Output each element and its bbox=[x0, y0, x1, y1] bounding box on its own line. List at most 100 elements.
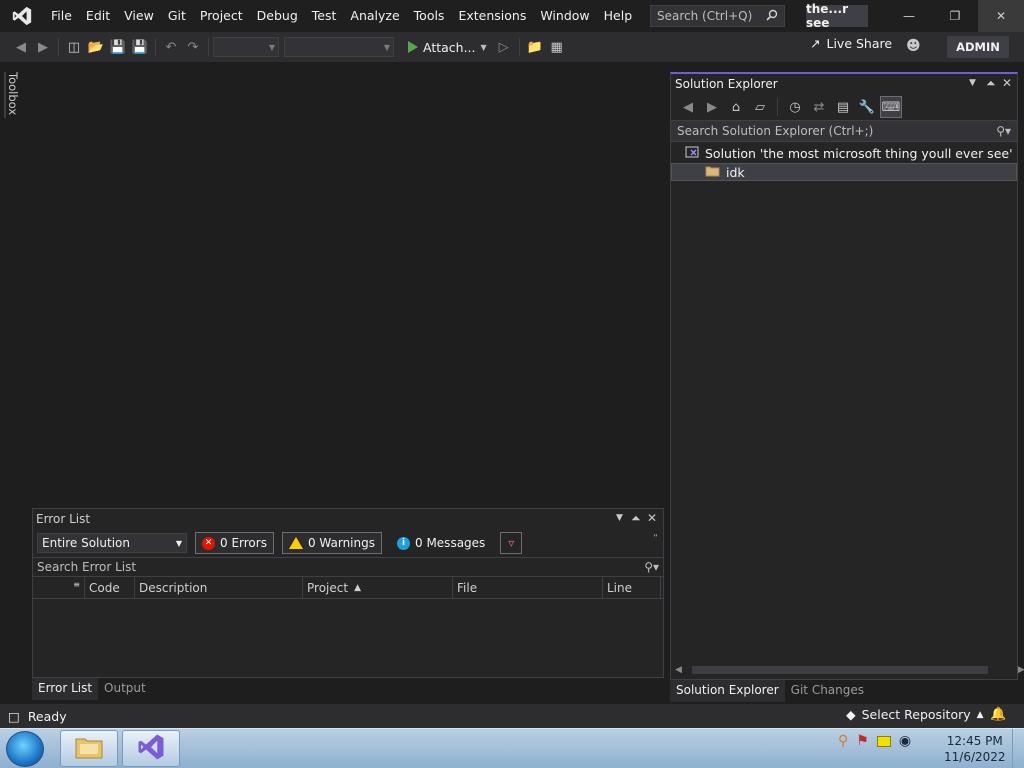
menu-debug[interactable]: Debug bbox=[250, 0, 305, 32]
chevron-down-icon[interactable]: ▼ bbox=[616, 513, 623, 523]
undo-icon[interactable]: ↶ bbox=[160, 36, 182, 58]
layout-icon[interactable]: ▦ bbox=[546, 36, 568, 58]
menu-window[interactable]: Window bbox=[533, 0, 596, 32]
restore-button[interactable]: ❐ bbox=[932, 0, 978, 32]
solution-folder-icon[interactable]: 📁 bbox=[524, 36, 546, 58]
minimize-button[interactable]: — bbox=[886, 0, 932, 32]
new-project-icon[interactable]: ◫ bbox=[63, 36, 85, 58]
action-center-flag-icon[interactable]: ⚑ bbox=[856, 733, 869, 749]
toolbox-tab[interactable]: Toolbox bbox=[4, 72, 22, 118]
visual-studio-taskbar-button[interactable] bbox=[122, 730, 180, 767]
visual-studio-logo-icon[interactable] bbox=[0, 0, 44, 32]
horizontal-scrollbar[interactable]: ◀ ▶ bbox=[675, 665, 1024, 675]
navigate-back-icon[interactable]: ◀ bbox=[10, 36, 32, 58]
tab-output[interactable]: Output bbox=[98, 678, 152, 700]
save-icon[interactable]: 💾 bbox=[107, 36, 129, 58]
solution-node[interactable]: Solution 'the most microsoft thing youll… bbox=[671, 143, 1017, 163]
menu-test[interactable]: Test bbox=[305, 0, 344, 32]
error-list-column-header: ≡ Code Description Project ▲ File Line bbox=[33, 577, 663, 599]
tab-git-changes[interactable]: Git Changes bbox=[785, 680, 870, 702]
chevron-down-icon[interactable]: ▼ bbox=[969, 78, 976, 88]
collapse-all-icon[interactable]: ▤ bbox=[832, 96, 854, 118]
chevron-down-icon: ▼ bbox=[480, 42, 487, 52]
start-button[interactable] bbox=[6, 731, 44, 767]
home-icon[interactable]: ⌂ bbox=[725, 96, 747, 118]
menu-view[interactable]: View bbox=[117, 0, 161, 32]
properties-wrench-icon[interactable]: 🔧 bbox=[856, 96, 878, 118]
column-file[interactable]: File bbox=[453, 577, 603, 598]
tab-solution-explorer[interactable]: Solution Explorer bbox=[670, 680, 785, 702]
warnings-label: 0 Warnings bbox=[307, 536, 375, 550]
tab-error-list[interactable]: Error List bbox=[32, 678, 99, 700]
filter-column-icon[interactable]: ≡ bbox=[33, 577, 85, 598]
attach-label: Attach... bbox=[423, 39, 476, 55]
solution-explorer-title: Solution Explorer bbox=[675, 77, 778, 91]
editor-area bbox=[24, 62, 668, 508]
show-desktop-button[interactable] bbox=[1012, 729, 1024, 768]
pin-icon[interactable]: ⏶ bbox=[986, 76, 996, 91]
message-tray-icon[interactable] bbox=[876, 735, 891, 747]
search-icon: ⚲▾ bbox=[644, 560, 659, 574]
feedback-icon[interactable]: ☻ bbox=[906, 38, 921, 54]
column-line[interactable]: Line bbox=[603, 577, 661, 598]
preview-selected-items-icon[interactable]: ⌨ bbox=[880, 96, 902, 118]
menu-analyze[interactable]: Analyze bbox=[343, 0, 406, 32]
folder-node-idk[interactable]: idk bbox=[671, 163, 1017, 181]
column-description[interactable]: Description bbox=[135, 577, 303, 598]
menu-help[interactable]: Help bbox=[597, 0, 640, 32]
menu-project[interactable]: Project bbox=[193, 0, 250, 32]
close-button[interactable]: ✕ bbox=[978, 0, 1024, 32]
menu-file[interactable]: File bbox=[44, 0, 79, 32]
start-without-debugging-icon[interactable]: ▷ bbox=[493, 36, 515, 58]
sync-icon[interactable]: ⇄ bbox=[808, 96, 830, 118]
configuration-combo[interactable]: ▼ bbox=[213, 37, 279, 57]
save-all-icon[interactable]: 💾 bbox=[129, 36, 151, 58]
play-icon bbox=[408, 41, 418, 53]
live-share-button[interactable]: ↗ Live Share bbox=[810, 36, 892, 51]
info-icon: i bbox=[397, 536, 410, 550]
overflow-icon[interactable]: “ bbox=[653, 533, 658, 544]
switch-views-icon[interactable]: ▱ bbox=[749, 96, 771, 118]
search-placeholder: Search (Ctrl+Q) bbox=[657, 9, 753, 23]
menu-edit[interactable]: Edit bbox=[79, 0, 117, 32]
scroll-left-icon[interactable]: ◀ bbox=[675, 665, 682, 675]
platform-combo[interactable]: ▼ bbox=[284, 37, 394, 57]
close-icon[interactable]: ✕ bbox=[1002, 76, 1012, 90]
menu-git[interactable]: Git bbox=[161, 0, 193, 32]
messages-filter-button[interactable]: i 0 Messages bbox=[390, 532, 492, 554]
clock-date: 11/6/2022 bbox=[944, 750, 1006, 764]
menu-extensions[interactable]: Extensions bbox=[451, 0, 533, 32]
column-code[interactable]: Code bbox=[85, 577, 135, 598]
file-explorer-taskbar-button[interactable] bbox=[60, 730, 118, 767]
status-label: Ready bbox=[27, 708, 67, 724]
back-icon[interactable]: ◀ bbox=[677, 96, 699, 118]
user-account-badge[interactable]: ADMIN bbox=[947, 36, 1009, 58]
solution-name-badge[interactable]: the...r see bbox=[806, 2, 868, 30]
menu-tools[interactable]: Tools bbox=[407, 0, 452, 32]
errors-filter-button[interactable]: ✕ 0 Errors bbox=[195, 532, 274, 554]
pending-changes-filter-icon[interactable]: ◷ bbox=[784, 96, 806, 118]
select-repository-button[interactable]: ◆ Select Repository ▲ bbox=[846, 707, 984, 722]
forward-icon[interactable]: ▶ bbox=[701, 96, 723, 118]
close-icon[interactable]: ✕ bbox=[647, 511, 657, 525]
taskbar-clock[interactable]: 12:45 PM 11/6/2022 bbox=[944, 733, 1006, 765]
volume-icon[interactable]: ◉ bbox=[899, 733, 911, 749]
scope-dropdown[interactable]: Entire Solution ▼ bbox=[37, 533, 187, 553]
search-tray-icon[interactable]: ⚲ bbox=[838, 733, 848, 749]
navigate-forward-icon[interactable]: ▶ bbox=[32, 36, 54, 58]
status-message-icon: □ bbox=[8, 708, 20, 724]
solution-explorer-search[interactable]: Search Solution Explorer (Ctrl+;) ⚲▾ bbox=[671, 120, 1017, 142]
scroll-right-icon[interactable]: ▶ bbox=[1018, 665, 1024, 675]
pin-icon[interactable]: ⏶ bbox=[631, 511, 641, 526]
attach-button[interactable]: Attach... ▼ bbox=[402, 40, 493, 55]
warnings-filter-button[interactable]: 0 Warnings bbox=[281, 532, 382, 554]
redo-icon[interactable]: ↷ bbox=[182, 36, 204, 58]
search-input[interactable]: Search (Ctrl+Q) bbox=[650, 5, 785, 27]
error-list-search[interactable]: Search Error List ⚲▾ bbox=[33, 557, 663, 577]
column-project[interactable]: Project ▲ bbox=[303, 577, 453, 598]
notification-bell-icon[interactable]: 🔔 bbox=[990, 707, 1006, 722]
open-folder-icon[interactable]: 📂 bbox=[85, 36, 107, 58]
scrollbar-thumb[interactable] bbox=[691, 666, 988, 674]
build-intellisense-filter-icon[interactable]: ▿ bbox=[500, 532, 523, 554]
error-list-title: Error List bbox=[36, 512, 91, 526]
